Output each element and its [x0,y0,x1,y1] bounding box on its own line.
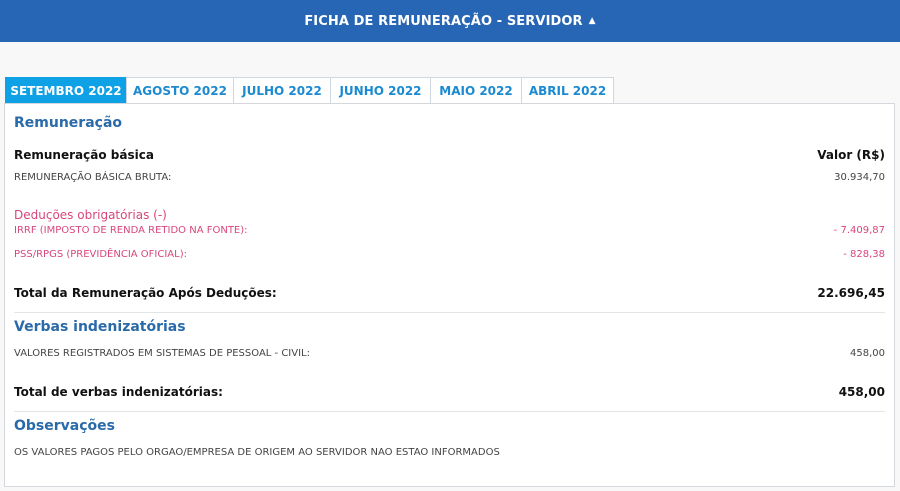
tab-label: AGOSTO 2022 [133,83,227,98]
tab-label: MAIO 2022 [439,83,513,98]
deducoes-title-row: Deduções obrigatórias (-) [14,208,885,222]
tab-junho-2022[interactable]: JUNHO 2022 [330,77,431,103]
irrf-row: IRRF (IMPOSTO DE RENDA RETIDO NA FONTE):… [14,225,885,236]
basic-header: Remuneração básica [14,148,154,162]
tab-abril-2022[interactable]: ABRIL 2022 [521,77,614,103]
deducoes-title: Deduções obrigatórias (-) [14,208,167,222]
divider [14,312,885,313]
tab-label: JUNHO 2022 [339,83,422,98]
tab-label: SETEMBRO 2022 [10,83,122,98]
verbas-item-value: 458,00 [850,348,885,359]
pss-label: PSS/RPGS (PREVIDÊNCIA OFICIAL): [14,249,187,260]
tab-label: JULHO 2022 [242,83,322,98]
tab-maio-2022[interactable]: MAIO 2022 [430,77,522,103]
basic-header-row: Remuneração básica Valor (R$) [14,148,885,162]
ficha-header[interactable]: FICHA DE REMUNERAÇÃO - SERVIDOR ▲ [0,0,900,42]
tab-agosto-2022[interactable]: AGOSTO 2022 [126,77,234,103]
tab-label: ABRIL 2022 [528,83,607,98]
bruta-value: 30.934,70 [834,172,885,183]
remuneracao-panel: Remuneração Remuneração básica Valor (R$… [4,103,895,487]
section-title-verbas: Verbas indenizatórias [14,319,186,335]
tab-julho-2022[interactable]: JULHO 2022 [233,77,331,103]
verbas-total-value: 458,00 [838,385,885,399]
observacoes-text: OS VALORES PAGOS PELO ORGAO/EMPRESA DE O… [14,447,500,458]
irrf-value: - 7.409,87 [833,225,885,236]
bruta-label: REMUNERAÇÃO BÁSICA BRUTA: [14,172,172,183]
divider [14,411,885,412]
verbas-item-row: VALORES REGISTRADOS EM SISTEMAS DE PESSO… [14,348,885,359]
pss-row: PSS/RPGS (PREVIDÊNCIA OFICIAL): - 828,38 [14,249,885,260]
ficha-title: FICHA DE REMUNERAÇÃO - SERVIDOR [304,13,583,29]
total-apos-label: Total da Remuneração Após Deduções: [14,286,277,300]
value-header: Valor (R$) [817,148,885,162]
month-tabs: SETEMBRO 2022 AGOSTO 2022 JULHO 2022 JUN… [5,77,614,103]
section-title-observacoes: Observações [14,418,115,434]
caret-up-icon: ▲ [588,16,596,26]
verbas-total-row: Total de verbas indenizatórias: 458,00 [14,385,885,399]
pss-value: - 828,38 [843,249,885,260]
bruta-row: REMUNERAÇÃO BÁSICA BRUTA: 30.934,70 [14,172,885,183]
irrf-label: IRRF (IMPOSTO DE RENDA RETIDO NA FONTE): [14,225,248,236]
verbas-item-label: VALORES REGISTRADOS EM SISTEMAS DE PESSO… [14,348,310,359]
verbas-total-label: Total de verbas indenizatórias: [14,385,223,399]
total-apos-value: 22.696,45 [817,286,885,300]
section-title-remuneracao: Remuneração [14,115,123,131]
total-apos-row: Total da Remuneração Após Deduções: 22.6… [14,286,885,300]
tab-setembro-2022[interactable]: SETEMBRO 2022 [5,77,127,103]
observacoes-row: OS VALORES PAGOS PELO ORGAO/EMPRESA DE O… [14,447,885,458]
